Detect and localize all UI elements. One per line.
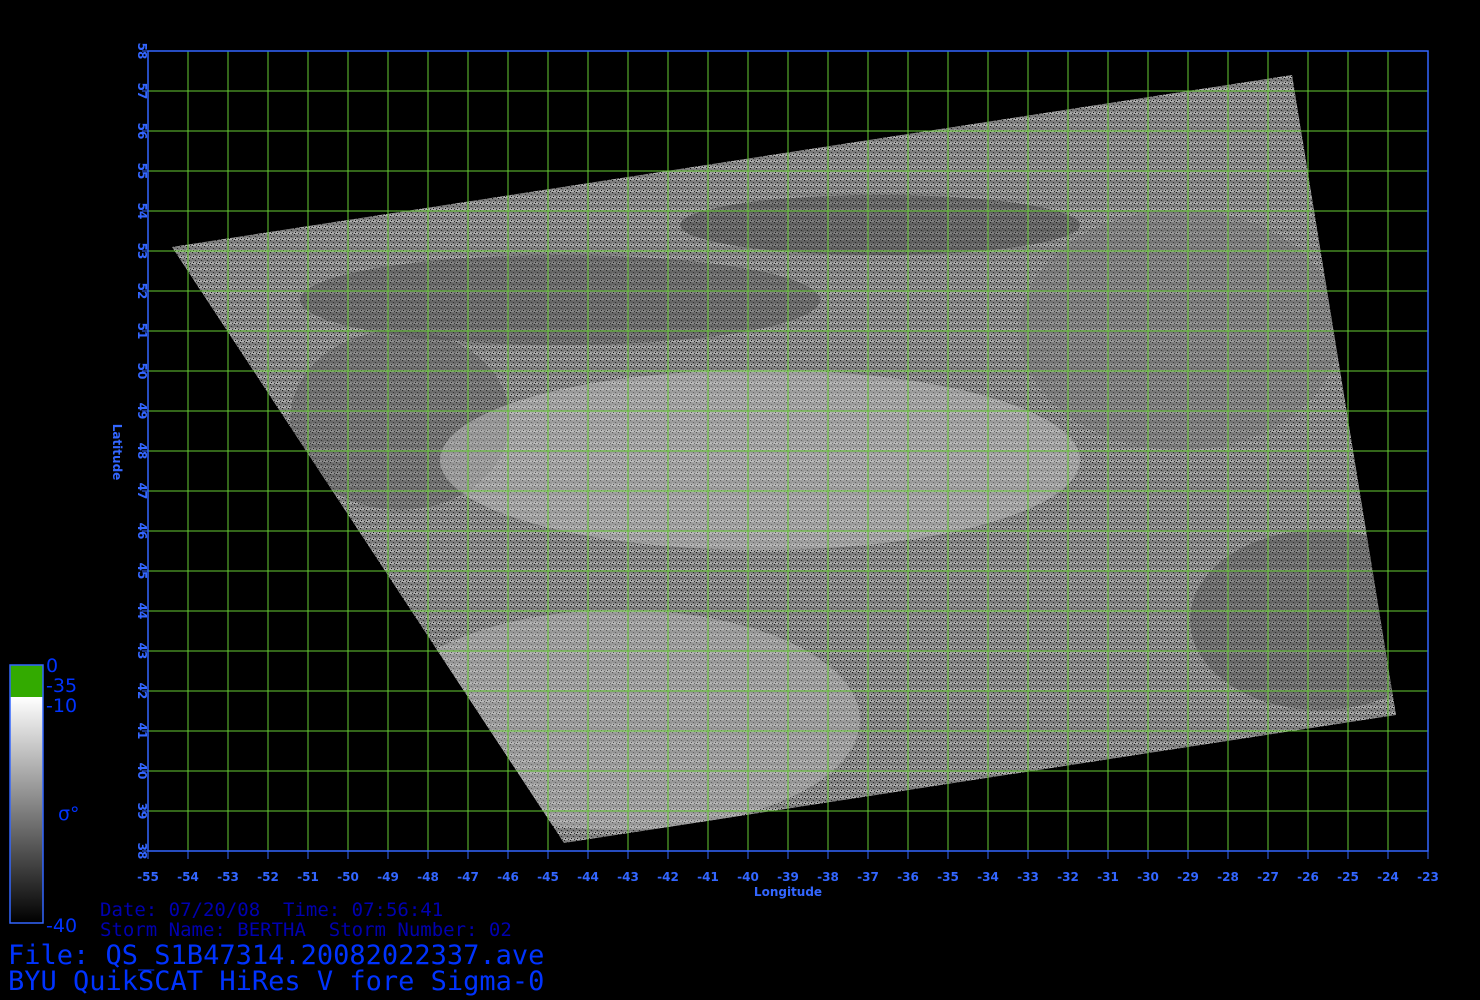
lon-tick-label: -39 — [777, 870, 799, 884]
lon-tick-label: -23 — [1417, 870, 1439, 884]
lon-tick-label: -32 — [1057, 870, 1079, 884]
lon-tick-label: -48 — [417, 870, 439, 884]
file-name-line: File: QS_S1B47314.20082022337.ave — [8, 940, 545, 971]
x-axis-title: Longitude — [754, 885, 822, 899]
lon-tick-label: -33 — [1017, 870, 1039, 884]
colorbar-symbol: σ° — [58, 803, 80, 825]
lon-tick-label: -53 — [217, 870, 239, 884]
lon-tick-label: -35 — [937, 870, 959, 884]
lat-lon-grid — [147, 50, 1429, 852]
lon-tick-label: -24 — [1377, 870, 1399, 884]
colorbar-label-minus10: -10 — [46, 695, 77, 717]
map-figure: 3839404142434445464748495051525354555657… — [9, 43, 1439, 937]
lon-tick-label: -50 — [337, 870, 359, 884]
lon-tick-label: -25 — [1337, 870, 1359, 884]
lon-tick-label: -26 — [1297, 870, 1319, 884]
date-time-line: Date: 07/20/08 Time: 07:56:41 — [100, 899, 444, 921]
colorbar-label-minus40: -40 — [46, 915, 77, 937]
colorbar-label-0: 0 — [46, 655, 58, 677]
lon-tick-label: -31 — [1097, 870, 1119, 884]
lon-tick-label: -37 — [857, 870, 879, 884]
lon-tick-label: -36 — [897, 870, 919, 884]
colorbar: 0 -35 -10 -40 σ° — [9, 655, 80, 937]
lon-tick-label: -30 — [1137, 870, 1159, 884]
lon-tick-label: -55 — [137, 870, 159, 884]
lon-tick-label: -52 — [257, 870, 279, 884]
lon-tick-label: -45 — [537, 870, 559, 884]
colorbar-green-band — [10, 665, 43, 697]
lon-tick-label: -34 — [977, 870, 999, 884]
colorbar-gray-ramp — [10, 697, 43, 923]
longitude-tick-labels: -55 -54 -53 -52 -51 -50 -49 -48 -47 -46 -45 -44 -43 -… — [137, 851, 1439, 884]
y-axis-title: Latitude — [110, 424, 124, 481]
lon-tick-label: -28 — [1217, 870, 1239, 884]
lon-tick-label: -41 — [697, 870, 719, 884]
lon-tick-label: -51 — [297, 870, 319, 884]
lon-tick-label: -43 — [617, 870, 639, 884]
lon-tick-label: -49 — [377, 870, 399, 884]
lon-tick-label: -29 — [1177, 870, 1199, 884]
lon-tick-label: -46 — [497, 870, 519, 884]
lon-tick-label: -54 — [177, 870, 199, 884]
scatterometer-swath-image — [172, 75, 1396, 843]
lon-tick-label: -38 — [817, 870, 839, 884]
lon-tick-label: -44 — [577, 870, 599, 884]
lon-tick-label: -42 — [657, 870, 679, 884]
lon-tick-label: -27 — [1257, 870, 1279, 884]
latitude-tick-labels: 3839404142434445464748495051525354555657… — [135, 43, 149, 860]
lon-tick-label: -47 — [457, 870, 479, 884]
storm-info-line: Storm Name: BERTHA Storm Number: 02 — [100, 919, 512, 941]
product-title-line: BYU QuikSCAT HiRes V fore Sigma-0 — [8, 966, 545, 997]
colorbar-label-minus35: -35 — [46, 675, 77, 697]
swath-shading — [172, 75, 1396, 843]
lon-tick-label: -40 — [737, 870, 759, 884]
